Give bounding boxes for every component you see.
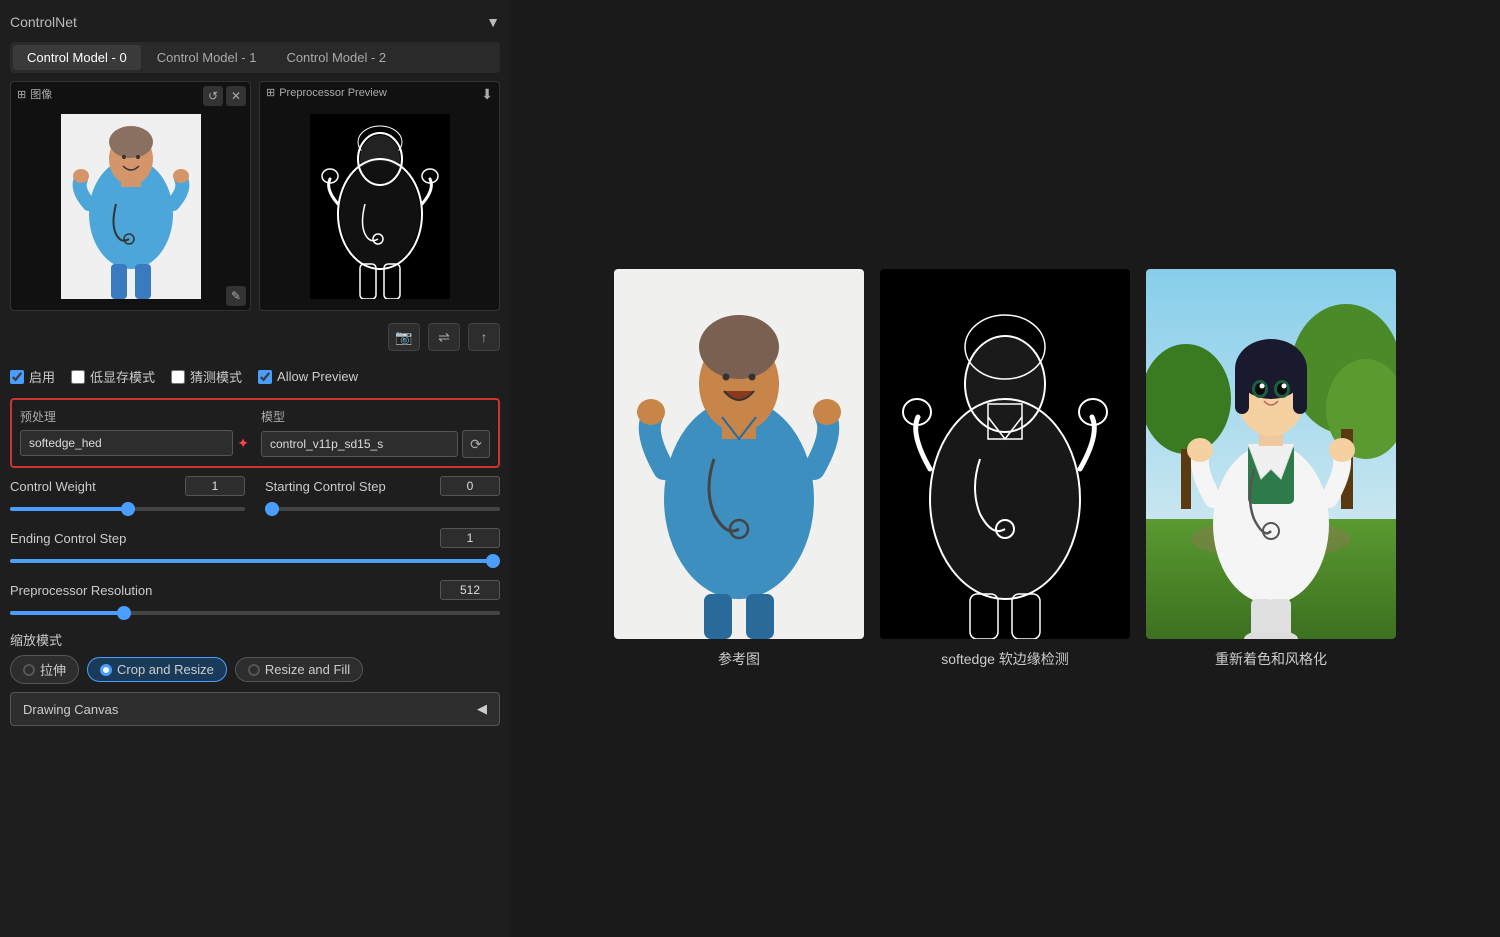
preprocessor-label: 预处理 bbox=[20, 408, 249, 425]
zoom-dot-crop bbox=[100, 664, 112, 676]
preprocessor-preview-box: ⊞ Preprocessor Preview ⬇ bbox=[259, 81, 500, 311]
low-memory-checkbox-item[interactable]: 低显存模式 bbox=[71, 367, 155, 386]
drawing-canvas-label: Drawing Canvas bbox=[23, 702, 118, 717]
collapse-icon[interactable]: ▼ bbox=[486, 14, 500, 30]
preprocessor-svg bbox=[310, 114, 450, 299]
model-select[interactable]: control_v11p_sd15_s control_v11p_sd15_ca… bbox=[261, 431, 458, 457]
drawing-canvas-icon: ◀ bbox=[477, 701, 487, 717]
gallery-img-0 bbox=[614, 269, 864, 639]
zoom-radio-row: 拉伸 Crop and Resize Resize and Fill bbox=[10, 655, 500, 684]
ending-step-track bbox=[10, 552, 500, 570]
control-weight-label: Control Weight bbox=[10, 479, 96, 494]
low-memory-checkbox[interactable] bbox=[71, 370, 85, 384]
drawing-canvas-row[interactable]: Drawing Canvas ◀ bbox=[10, 692, 500, 726]
tab-control-model-0[interactable]: Control Model - 0 bbox=[13, 45, 141, 70]
zoom-option-crop[interactable]: Crop and Resize bbox=[87, 657, 227, 682]
preprocessor-resolution-value[interactable] bbox=[440, 580, 500, 600]
ending-step-value[interactable] bbox=[440, 528, 500, 548]
gallery-img-2 bbox=[1146, 269, 1396, 639]
gallery-caption-2: 重新着色和风格化 bbox=[1215, 649, 1327, 669]
image-row: ⊞ 图像 ↺ ✕ bbox=[10, 81, 500, 311]
gallery-item-2: 重新着色和风格化 bbox=[1146, 269, 1396, 669]
starting-step-track bbox=[265, 500, 500, 518]
upload-btn[interactable]: ↑ bbox=[468, 323, 500, 351]
image-refresh-btn[interactable]: ↺ bbox=[203, 86, 223, 106]
panel-header: ControlNet ▼ bbox=[10, 10, 500, 34]
tab-control-model-1[interactable]: Control Model - 1 bbox=[143, 45, 271, 70]
gallery-row: 参考图 bbox=[614, 269, 1396, 669]
control-weight-track bbox=[10, 500, 245, 518]
panel-title: ControlNet bbox=[10, 14, 77, 30]
starting-step-header: Starting Control Step bbox=[265, 476, 500, 496]
control-weight-slider[interactable] bbox=[10, 507, 245, 511]
ending-step-label: Ending Control Step bbox=[10, 531, 126, 546]
gallery-item-1: softedge 软边缘检测 bbox=[880, 269, 1130, 669]
gallery-stylized-svg bbox=[1146, 269, 1396, 639]
image-upload-controls: ↺ ✕ bbox=[203, 86, 246, 106]
image-upload-box[interactable]: ⊞ 图像 ↺ ✕ bbox=[10, 81, 251, 311]
gallery-nurse-photo-svg bbox=[614, 269, 864, 639]
preprocessor-resolution-header: Preprocessor Resolution bbox=[10, 580, 500, 600]
preprocessor-star-icon: ✦ bbox=[237, 435, 249, 452]
starting-step-slider[interactable] bbox=[265, 507, 500, 511]
preprocessor-download-btn[interactable]: ⬇ bbox=[481, 86, 493, 103]
preprocessor-resolution-slider[interactable] bbox=[10, 611, 500, 615]
starting-step-value[interactable] bbox=[440, 476, 500, 496]
right-panel: 参考图 bbox=[510, 0, 1500, 937]
model-col: 模型 control_v11p_sd15_s control_v11p_sd15… bbox=[261, 408, 490, 458]
guess-mode-checkbox-item[interactable]: 猜测模式 bbox=[171, 367, 242, 386]
preprocessor-resolution-row: Preprocessor Resolution bbox=[10, 580, 500, 622]
gallery-caption-1: softedge 软边缘检测 bbox=[941, 649, 1069, 669]
gallery-caption-0: 参考图 bbox=[718, 649, 760, 669]
model-refresh-btn[interactable]: ⟳ bbox=[462, 430, 490, 458]
model-label: 模型 bbox=[261, 408, 490, 425]
model-section: 预处理 softedge_hed canny depth openpose no… bbox=[10, 398, 500, 468]
transfer-btn[interactable]: ⇌ bbox=[428, 323, 460, 351]
image-close-btn[interactable]: ✕ bbox=[226, 86, 246, 106]
ending-step-slider[interactable] bbox=[10, 559, 500, 563]
preprocessor-resolution-track bbox=[10, 604, 500, 622]
gallery-img-1 bbox=[880, 269, 1130, 639]
zoom-mode-label: 缩放模式 bbox=[10, 630, 500, 649]
image-upload-label: ⊞ 图像 bbox=[17, 86, 52, 102]
zoom-dot-inner bbox=[103, 667, 109, 673]
zoom-option-stretch[interactable]: 拉伸 bbox=[10, 655, 79, 684]
gallery-edge-svg bbox=[880, 269, 1130, 639]
left-panel: ControlNet ▼ Control Model - 0 Control M… bbox=[0, 0, 510, 937]
dual-slider-row: Control Weight Starting Control Step bbox=[10, 476, 500, 518]
control-weight-header: Control Weight bbox=[10, 476, 245, 496]
preprocessor-preview-label: ⊞ Preprocessor Preview bbox=[266, 86, 387, 99]
gallery-item-0: 参考图 bbox=[614, 269, 864, 669]
zoom-option-fill[interactable]: Resize and Fill bbox=[235, 657, 363, 682]
action-row: 📷 ⇌ ↑ bbox=[10, 319, 500, 355]
control-weight-value[interactable] bbox=[185, 476, 245, 496]
preprocessor-select-row: softedge_hed canny depth openpose none ✦ bbox=[20, 430, 249, 456]
zoom-section: 缩放模式 拉伸 Crop and Resize Resize and Fill bbox=[10, 630, 500, 684]
ending-step-header: Ending Control Step bbox=[10, 528, 500, 548]
preprocessor-resolution-label: Preprocessor Resolution bbox=[10, 583, 152, 598]
enable-checkbox-item[interactable]: 启用 bbox=[10, 367, 55, 386]
nurse-photo-svg bbox=[61, 114, 201, 299]
enable-checkbox[interactable] bbox=[10, 370, 24, 384]
starting-step-label: Starting Control Step bbox=[265, 479, 386, 494]
ending-step-row: Ending Control Step bbox=[10, 528, 500, 570]
image-edit-btn[interactable]: ✎ bbox=[226, 286, 246, 306]
model-select-row: control_v11p_sd15_s control_v11p_sd15_ca… bbox=[261, 430, 490, 458]
control-weight-col: Control Weight bbox=[10, 476, 245, 518]
checkbox-row: 启用 低显存模式 猜测模式 Allow Preview bbox=[10, 363, 500, 390]
zoom-dot-fill bbox=[248, 664, 260, 676]
zoom-dot-stretch bbox=[23, 664, 35, 676]
tabs-container: Control Model - 0 Control Model - 1 Cont… bbox=[10, 42, 500, 73]
preprocessor-select[interactable]: softedge_hed canny depth openpose none bbox=[20, 430, 233, 456]
starting-step-col: Starting Control Step bbox=[265, 476, 500, 518]
allow-preview-checkbox[interactable] bbox=[258, 370, 272, 384]
guess-mode-checkbox[interactable] bbox=[171, 370, 185, 384]
camera-btn[interactable]: 📷 bbox=[388, 323, 420, 351]
tab-control-model-2[interactable]: Control Model - 2 bbox=[272, 45, 400, 70]
allow-preview-checkbox-item[interactable]: Allow Preview bbox=[258, 369, 358, 384]
preprocessor-col: 预处理 softedge_hed canny depth openpose no… bbox=[20, 408, 249, 458]
sliders-section: Control Weight Starting Control Step bbox=[10, 476, 500, 622]
